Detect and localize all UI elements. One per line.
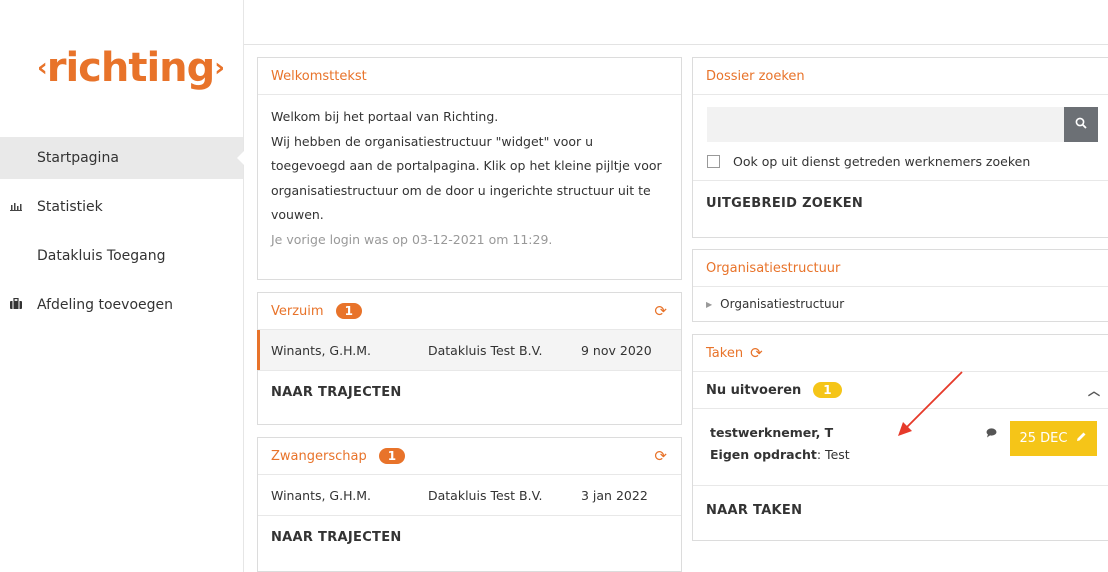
- company-name: Datakluis Test B.V.: [428, 487, 543, 503]
- naar-taken-link[interactable]: NAAR TAKEN: [693, 485, 1108, 534]
- refresh-icon[interactable]: ⟳: [750, 344, 763, 362]
- logo-text: richting: [46, 45, 216, 91]
- search-icon: [1075, 117, 1087, 133]
- refresh-icon[interactable]: ⟳: [654, 447, 667, 465]
- company-name: Datakluis Test B.V.: [428, 342, 543, 358]
- due-date-button[interactable]: 25 DEC: [1010, 421, 1097, 456]
- pencil-icon: [1076, 431, 1087, 446]
- dossier-panel: Dossier zoeken Ook op uit dienst getrede…: [692, 57, 1108, 238]
- sidebar-nav: Startpagina Statistiek Datakluis Toegang…: [0, 137, 244, 333]
- logo-left-chevron: ‹: [37, 53, 48, 83]
- zwangerschap-count-badge: 1: [378, 448, 406, 464]
- sidebar-item-datakluis[interactable]: Datakluis Toegang: [0, 235, 243, 277]
- richting-logo[interactable]: ‹ richting ›: [37, 43, 227, 93]
- naar-trajecten-link[interactable]: NAAR TRAJECTEN: [258, 370, 681, 414]
- row-date: 9 nov 2020: [581, 342, 652, 358]
- zwangerschap-title: Zwangerschap: [271, 448, 367, 464]
- zwangerschap-header: Zwangerschap 1 ⟳: [258, 438, 681, 475]
- table-row[interactable]: Winants, G.H.M. Datakluis Test B.V. 9 no…: [257, 330, 681, 370]
- tree-item[interactable]: ▶ Organisatiestructuur: [693, 287, 1108, 321]
- sidebar-item-startpagina[interactable]: Startpagina: [0, 137, 244, 179]
- welcome-line: Welkom bij het portaal van Richting.: [271, 109, 499, 124]
- verzuim-header: Verzuim 1 ⟳: [258, 293, 681, 330]
- uitgebreid-zoeken-link[interactable]: UITGEBREID ZOEKEN: [693, 180, 1108, 225]
- taken-title: Taken: [706, 345, 744, 361]
- taken-header: Taken ⟳: [693, 335, 1108, 372]
- welcome-panel: Welkomsttekst Welkom bij het portaal van…: [257, 57, 682, 280]
- due-date: 25 DEC: [1019, 431, 1068, 446]
- dossier-title: Dossier zoeken: [693, 58, 1108, 95]
- expand-caret-icon[interactable]: ▶: [706, 300, 712, 309]
- task-value: : Test: [816, 447, 850, 462]
- top-bar: [244, 0, 1108, 45]
- employee-name: Winants, G.H.M.: [271, 487, 371, 503]
- row-date: 3 jan 2022: [581, 487, 648, 503]
- comment-icon[interactable]: [986, 427, 997, 441]
- verzuim-title: Verzuim: [271, 303, 324, 319]
- chevron-up-icon[interactable]: ︿: [1088, 382, 1100, 399]
- task-count-badge: 1: [813, 382, 842, 398]
- org-panel: Organisatiestructuur ▶ Organisatiestruct…: [692, 249, 1108, 322]
- org-title: Organisatiestructuur: [693, 250, 1108, 287]
- checkbox-label: Ook op uit dienst getreden werknemers zo…: [733, 153, 1031, 169]
- welcome-paragraph: Wij hebben de organisatiestructuur "widg…: [271, 133, 662, 223]
- table-row[interactable]: Winants, G.H.M. Datakluis Test B.V. 3 ja…: [258, 475, 681, 515]
- search-input[interactable]: [707, 107, 1064, 142]
- verzuim-panel: Verzuim 1 ⟳ Winants, G.H.M. Datakluis Te…: [257, 292, 682, 425]
- sidebar-item-statistiek[interactable]: Statistiek: [0, 186, 243, 228]
- employee-name: Winants, G.H.M.: [271, 342, 371, 358]
- zwangerschap-panel: Zwangerschap 1 ⟳ Winants, G.H.M. Dataklu…: [257, 437, 682, 572]
- chart-icon: [10, 200, 22, 214]
- logo-right-chevron: ›: [214, 53, 225, 83]
- sidebar-item-label: Startpagina: [37, 150, 119, 166]
- sidebar-item-label: Datakluis Toegang: [37, 248, 166, 264]
- briefcase-icon: [10, 297, 22, 312]
- task-description: Eigen opdracht: Test: [710, 447, 850, 462]
- sidebar: ‹ richting › Startpagina Statistiek Data…: [0, 0, 244, 572]
- sidebar-item-label: Afdeling toevoegen: [37, 297, 174, 313]
- sidebar-item-afdeling[interactable]: Afdeling toevoegen: [0, 284, 243, 326]
- group-label: Nu uitvoeren: [706, 382, 802, 398]
- search-row: [707, 107, 1099, 142]
- sidebar-item-label: Statistiek: [37, 199, 103, 215]
- annotation-arrow-icon: [898, 371, 963, 436]
- inactive-employees-checkbox[interactable]: [707, 154, 720, 168]
- search-button[interactable]: [1064, 107, 1098, 142]
- task-type: Eigen opdracht: [710, 447, 817, 462]
- verzuim-count-badge: 1: [335, 303, 362, 319]
- tree-item-label: Organisatiestructuur: [720, 297, 845, 311]
- welcome-body: Welkom bij het portaal van Richting. Wij…: [258, 95, 681, 262]
- refresh-icon[interactable]: ⟳: [654, 302, 667, 320]
- last-login-text: Je vorige login was op 03-12-2021 om 11:…: [271, 231, 553, 247]
- inactive-employees-option[interactable]: Ook op uit dienst getreden werknemers zo…: [693, 142, 1108, 180]
- naar-trajecten-link[interactable]: NAAR TRAJECTEN: [258, 515, 681, 559]
- welcome-title: Welkomsttekst: [258, 58, 681, 95]
- task-employee: testwerknemer, T: [710, 425, 834, 440]
